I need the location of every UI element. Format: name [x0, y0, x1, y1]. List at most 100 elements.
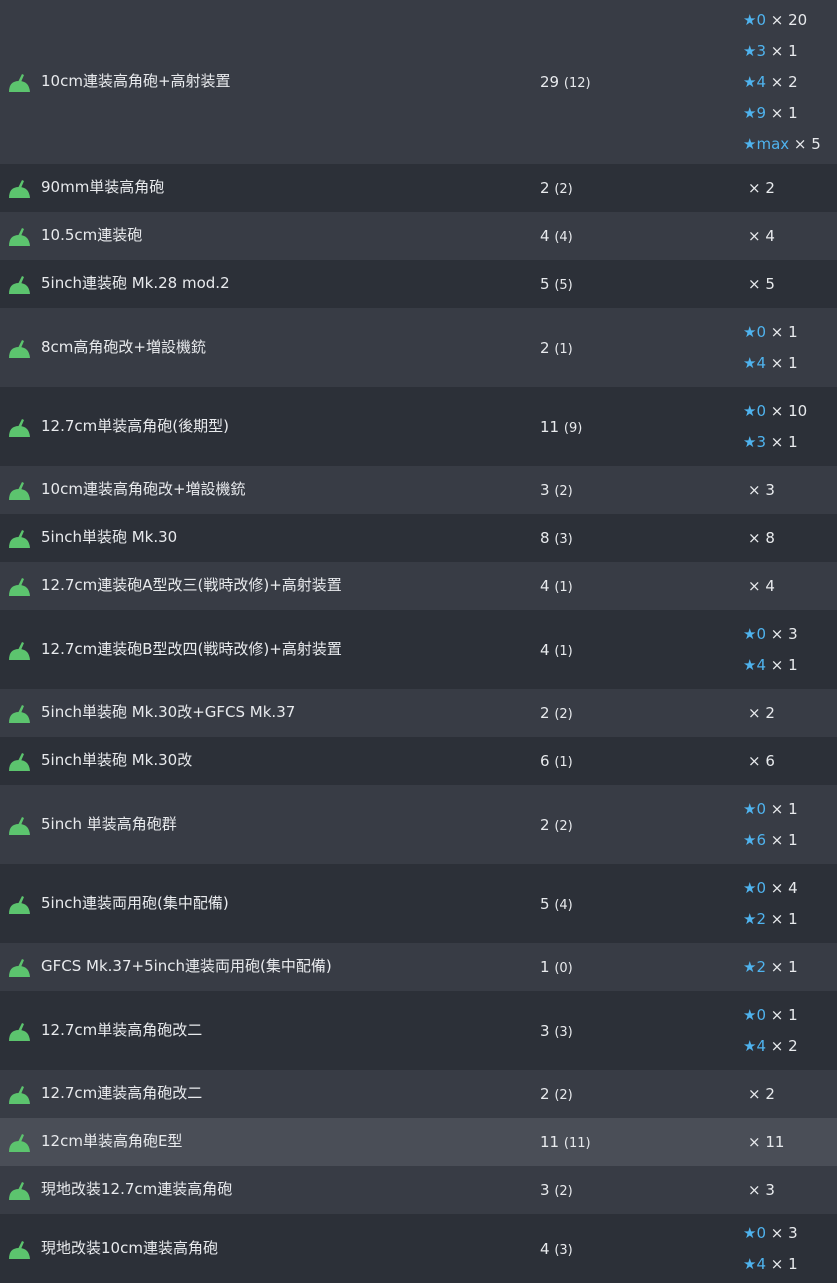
total-count: 2 [540, 338, 550, 357]
equipment-row[interactable]: 5inch単装砲 Mk.30改+GFCS Mk.37 2 (2) × 2 [0, 689, 837, 737]
aa-gun-icon [9, 816, 30, 835]
total-count: 6 [540, 752, 550, 770]
quantity-label: × 3 [748, 481, 775, 499]
unlocked-count: (3) [554, 532, 573, 547]
improvement-entry: ★2 × 1 [743, 957, 798, 977]
equipment-row[interactable]: 8cm高角砲改+増設機銃 2 (1) ★0 × 1 ★4 × 1 [0, 308, 837, 387]
star-icon: ★ [743, 910, 757, 928]
improvement-level: 0 [756, 1006, 766, 1024]
star-icon: ★ [743, 1255, 757, 1273]
unlocked-count: (5) [554, 278, 573, 293]
equipment-count: 1 (0) [540, 957, 573, 979]
equipment-row[interactable]: 現地改装12.7cm連装高角砲 3 (2) × 3 [0, 1166, 837, 1214]
improvement-count: × 4 [770, 879, 798, 897]
aa-gun-icon [9, 959, 30, 977]
improvement-list: ★0 × 20 ★3 × 1 ★4 × 2 ★9 × 1 ★max × 5 [743, 10, 821, 154]
improvement-entry: ★4 × 1 [743, 655, 798, 675]
star-icon: ★ [743, 831, 757, 849]
equipment-count: 2 (1) [540, 338, 573, 360]
improvement-entry: ★0 × 4 [743, 878, 798, 898]
improvement-count: × 1 [770, 1255, 798, 1273]
equipment-row[interactable]: 5inch連装砲 Mk.28 mod.2 5 (5) × 5 [0, 260, 837, 308]
equipment-name: 10.5cm連装砲 [41, 226, 143, 244]
improvement-level: 4 [756, 354, 766, 372]
improvement-level: 0 [756, 323, 766, 341]
improvement-level: 0 [756, 800, 766, 818]
equipment-row[interactable]: 90mm単装高角砲 2 (2) × 2 [0, 164, 837, 212]
improvement-list: ★0 × 3 ★4 × 1 [743, 1223, 798, 1274]
improvement-level: 6 [756, 831, 766, 849]
total-count: 4 [540, 1239, 550, 1258]
equipment-count: 11 (9) [540, 417, 582, 439]
aa-gun-icon [9, 1134, 30, 1152]
equipment-row[interactable]: 10.5cm連装砲 4 (4) × 4 [0, 212, 837, 260]
star-icon: ★ [743, 625, 757, 643]
equipment-row[interactable]: 12.7cm連装砲B型改四(戦時改修)+高射装置 4 (1) ★0 × 3 ★4 × … [0, 610, 837, 689]
equipment-name: 12.7cm連装砲A型改三(戦時改修)+高射装置 [41, 576, 342, 594]
aa-gun-icon [9, 1086, 30, 1104]
improvement-list: ★0 × 3 ★4 × 1 [743, 624, 798, 675]
improvement-entry: ★3 × 1 [743, 41, 821, 61]
star-icon: ★ [743, 879, 757, 897]
equipment-name: 12.7cm単装高角砲(後期型) [41, 416, 229, 435]
equipment-row[interactable]: 現地改装10cm連装高角砲 4 (3) ★0 × 3 ★4 × 1 [0, 1214, 837, 1283]
star-icon: ★ [743, 800, 757, 818]
star-icon: ★ [743, 73, 757, 91]
improvement-level: 0 [756, 1224, 766, 1242]
aa-gun-icon [9, 1240, 30, 1259]
improvement-level: 3 [756, 42, 766, 60]
equipment-row[interactable]: GFCS Mk.37+5inch連装両用砲(集中配備) 1 (0) ★2 × 1 [0, 943, 837, 991]
equipment-row[interactable]: 10cm連装高角砲改+増設機銃 3 (2) × 3 [0, 466, 837, 514]
equipment-name: 10cm連装高角砲+高射装置 [41, 72, 231, 90]
improvement-entry: ★4 × 1 [743, 353, 798, 373]
equipment-row[interactable]: 12.7cm単装高角砲(後期型) 11 (9) ★0 × 10 ★3 × 1 [0, 387, 837, 466]
quantity-label: × 2 [748, 704, 775, 722]
equipment-count: 8 (3) [540, 528, 573, 550]
aa-gun-icon [9, 641, 30, 660]
equipment-row[interactable]: 12.7cm連装砲A型改三(戦時改修)+高射装置 4 (1) × 4 [0, 562, 837, 610]
equipment-name: GFCS Mk.37+5inch連装両用砲(集中配備) [41, 957, 332, 975]
equipment-row[interactable]: 5inch連装両用砲(集中配備) 5 (4) ★0 × 4 ★2 × 1 [0, 864, 837, 943]
unlocked-count: (2) [554, 1184, 573, 1199]
aa-gun-icon [9, 180, 30, 198]
improvement-entry: ★max × 5 [743, 134, 821, 154]
aa-gun-icon [9, 228, 30, 246]
unlocked-count: (2) [554, 1088, 573, 1103]
improvement-entry: ★6 × 1 [743, 830, 798, 850]
equipment-row[interactable]: 5inch単装砲 Mk.30改 6 (1) × 6 [0, 737, 837, 785]
star-icon: ★ [743, 958, 757, 976]
equipment-count: 5 (4) [540, 894, 573, 916]
equipment-row[interactable]: 5inch 単装高角砲群 2 (2) ★0 × 1 ★6 × 1 [0, 785, 837, 864]
equipment-row[interactable]: 10cm連装高角砲+高射装置 29 (12) ★0 × 20 ★3 × 1 ★4 × 2… [0, 0, 837, 164]
improvement-entry: ★0 × 1 [743, 1005, 798, 1025]
equipment-count: 4 (3) [540, 1239, 573, 1261]
total-count: 4 [540, 577, 550, 595]
equipment-name: 12.7cm連装高角砲改二 [41, 1084, 203, 1102]
unlocked-count: (2) [554, 707, 573, 722]
equipment-row[interactable]: 12.7cm単装高角砲改二 3 (3) ★0 × 1 ★4 × 2 [0, 991, 837, 1070]
unlocked-count: (3) [554, 1024, 573, 1040]
unlocked-count: (1) [554, 580, 573, 595]
star-icon: ★ [743, 135, 757, 153]
improvement-count: × 3 [770, 1224, 798, 1242]
improvement-count: × 20 [770, 11, 808, 29]
improvement-count: × 1 [770, 1006, 798, 1024]
improvement-entry: ★9 × 1 [743, 103, 821, 123]
equipment-row[interactable]: 12cm単装高角砲E型 11 (11) × 11 [0, 1118, 837, 1166]
unlocked-count: (4) [554, 897, 573, 913]
aa-gun-icon [9, 1022, 30, 1041]
aa-gun-icon [9, 482, 30, 500]
equipment-row[interactable]: 12.7cm連装高角砲改二 2 (2) × 2 [0, 1070, 837, 1118]
aa-gun-icon [9, 895, 30, 914]
equipment-name: 5inch 単装高角砲群 [41, 814, 177, 833]
unlocked-count: (9) [563, 420, 583, 436]
equipment-row[interactable]: 5inch単装砲 Mk.30 8 (3) × 8 [0, 514, 837, 562]
star-icon: ★ [743, 433, 757, 451]
aa-gun-icon [9, 74, 30, 92]
quantity-label: × 2 [748, 1085, 775, 1103]
unlocked-count: (1) [554, 755, 573, 770]
star-icon: ★ [743, 1006, 757, 1024]
quantity-label: × 6 [748, 752, 775, 770]
improvement-level: 4 [756, 1037, 766, 1055]
improvement-list: ★0 × 4 ★2 × 1 [743, 878, 798, 929]
